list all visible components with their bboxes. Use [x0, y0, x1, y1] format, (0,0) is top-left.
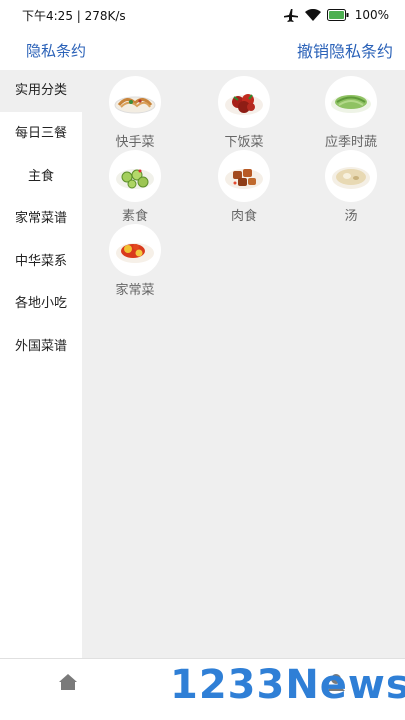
- top-header: 隐私条约 撤销隐私条约: [0, 30, 405, 70]
- sidebar-item-home-recipes[interactable]: 家常菜谱: [0, 198, 82, 240]
- dish-tomato-egg-icon: [109, 224, 161, 276]
- category-vegetarian[interactable]: 素食: [90, 150, 180, 224]
- dish-soup-icon: [325, 150, 377, 202]
- category-label: 快手菜: [115, 135, 155, 150]
- category-label: 肉食: [230, 209, 257, 224]
- sidebar-item-foreign-recipes[interactable]: 外国菜谱: [0, 326, 82, 368]
- category-sidebar: 实用分类 每日三餐 主食 家常菜谱 中华菜系 各地小吃 外国菜谱: [0, 70, 82, 658]
- category-grid: 快手菜 下饭菜 应季时蔬 素食 肉食 汤 家常菜: [82, 70, 405, 658]
- dish-noodles-icon: [109, 76, 161, 128]
- dish-braised-icon: [218, 76, 270, 128]
- category-label: 汤: [344, 209, 358, 224]
- wifi-icon: [304, 9, 321, 21]
- sidebar-item-staple[interactable]: 主食: [0, 156, 82, 198]
- category-label: 素食: [121, 209, 148, 224]
- watermark-logo: 1233News: [170, 662, 405, 708]
- category-label: 家常菜: [115, 283, 155, 298]
- sidebar-item-local-snacks[interactable]: 各地小吃: [0, 283, 82, 325]
- dish-meat-icon: [218, 150, 270, 202]
- category-rice-dishes[interactable]: 下饭菜: [199, 76, 289, 150]
- sidebar-item-chinese-cuisine[interactable]: 中华菜系: [0, 241, 82, 283]
- category-label: 应季时蔬: [324, 135, 377, 150]
- category-home-dishes[interactable]: 家常菜: [90, 224, 180, 298]
- privacy-policy-link[interactable]: 隐私条约: [26, 40, 86, 61]
- sidebar-item-practical[interactable]: 实用分类: [0, 70, 82, 112]
- revoke-privacy-policy-link[interactable]: 撤销隐私条约: [297, 38, 393, 62]
- battery-icon: [326, 9, 349, 21]
- status-icons: 100%: [283, 8, 389, 22]
- dish-greens-icon: [325, 76, 377, 128]
- home-icon[interactable]: [58, 673, 78, 695]
- category-quick-dishes[interactable]: 快手菜: [90, 76, 180, 150]
- battery-percent: 100%: [354, 8, 389, 22]
- category-seasonal-veg[interactable]: 应季时蔬: [306, 76, 396, 150]
- dish-cucumber-icon: [109, 150, 161, 202]
- category-soup[interactable]: 汤: [306, 150, 396, 224]
- category-label: 下饭菜: [224, 135, 264, 150]
- airplane-icon: [283, 8, 299, 22]
- status-bar: 下午4:25 | 278K/s 100%: [0, 0, 405, 30]
- sidebar-item-daily-meals[interactable]: 每日三餐: [0, 113, 82, 155]
- status-time-speed: 下午4:25 | 278K/s: [22, 8, 126, 23]
- category-meat[interactable]: 肉食: [199, 150, 289, 224]
